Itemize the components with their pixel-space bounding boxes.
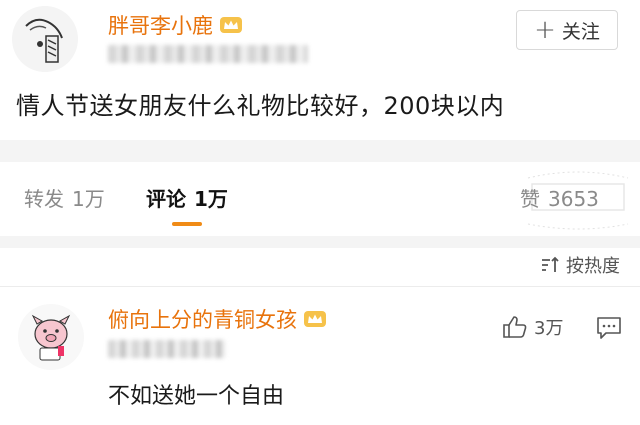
tab-like-label: 赞 xyxy=(520,187,540,211)
tab-comment-label: 评论 xyxy=(146,187,186,211)
plus-icon: + xyxy=(534,15,556,45)
post-meta-blurred xyxy=(108,45,308,63)
sort-icon xyxy=(542,256,559,272)
post-author-name[interactable]: 胖哥李小鹿 xyxy=(108,10,243,40)
active-tab-indicator xyxy=(172,222,202,226)
section-divider xyxy=(0,236,640,248)
tab-like-count: 3653 xyxy=(548,187,599,211)
post-author-name-text[interactable]: 胖哥李小鹿 xyxy=(108,10,213,40)
comment-text: 不如送她一个自由 xyxy=(108,384,285,409)
crown-badge-icon xyxy=(220,17,242,33)
follow-button[interactable]: + 关注 xyxy=(516,10,618,50)
tab-repost[interactable]: 转发 1万 xyxy=(24,183,105,212)
pig-avatar-icon xyxy=(18,304,84,370)
section-divider xyxy=(0,140,640,162)
sort-by-hot-button[interactable]: 按热度 xyxy=(540,252,620,278)
post-text: 情人节送女朋友什么礼物比较好，200块以内 xyxy=(16,92,505,120)
tab-repost-label: 转发 xyxy=(24,187,64,211)
thumbs-up-icon xyxy=(503,316,527,338)
tab-like[interactable]: 赞 3653 xyxy=(520,183,599,212)
tab-comment-count: 1万 xyxy=(194,187,228,211)
commenter-name[interactable]: 俯向上分的青铜女孩 xyxy=(108,304,327,334)
author-avatar[interactable] xyxy=(12,6,78,72)
follow-button-label: 关注 xyxy=(561,20,600,43)
commenter-name-text[interactable]: 俯向上分的青铜女孩 xyxy=(108,304,297,334)
tab-comment[interactable]: 评论 1万 xyxy=(146,183,228,212)
tab-repost-count: 1万 xyxy=(72,187,105,211)
comment-reply-button[interactable] xyxy=(596,316,622,344)
comment-like-count: 3万 xyxy=(534,318,564,339)
sort-label: 按热度 xyxy=(566,256,620,277)
crown-badge-icon xyxy=(304,311,326,327)
comment-meta-blurred xyxy=(108,340,226,358)
commenter-avatar[interactable] xyxy=(18,304,84,370)
comment-like-button[interactable]: 3万 xyxy=(502,314,563,340)
avatar-illustration-icon xyxy=(12,6,78,72)
divider-line xyxy=(0,286,640,287)
comment-icon xyxy=(597,317,621,339)
